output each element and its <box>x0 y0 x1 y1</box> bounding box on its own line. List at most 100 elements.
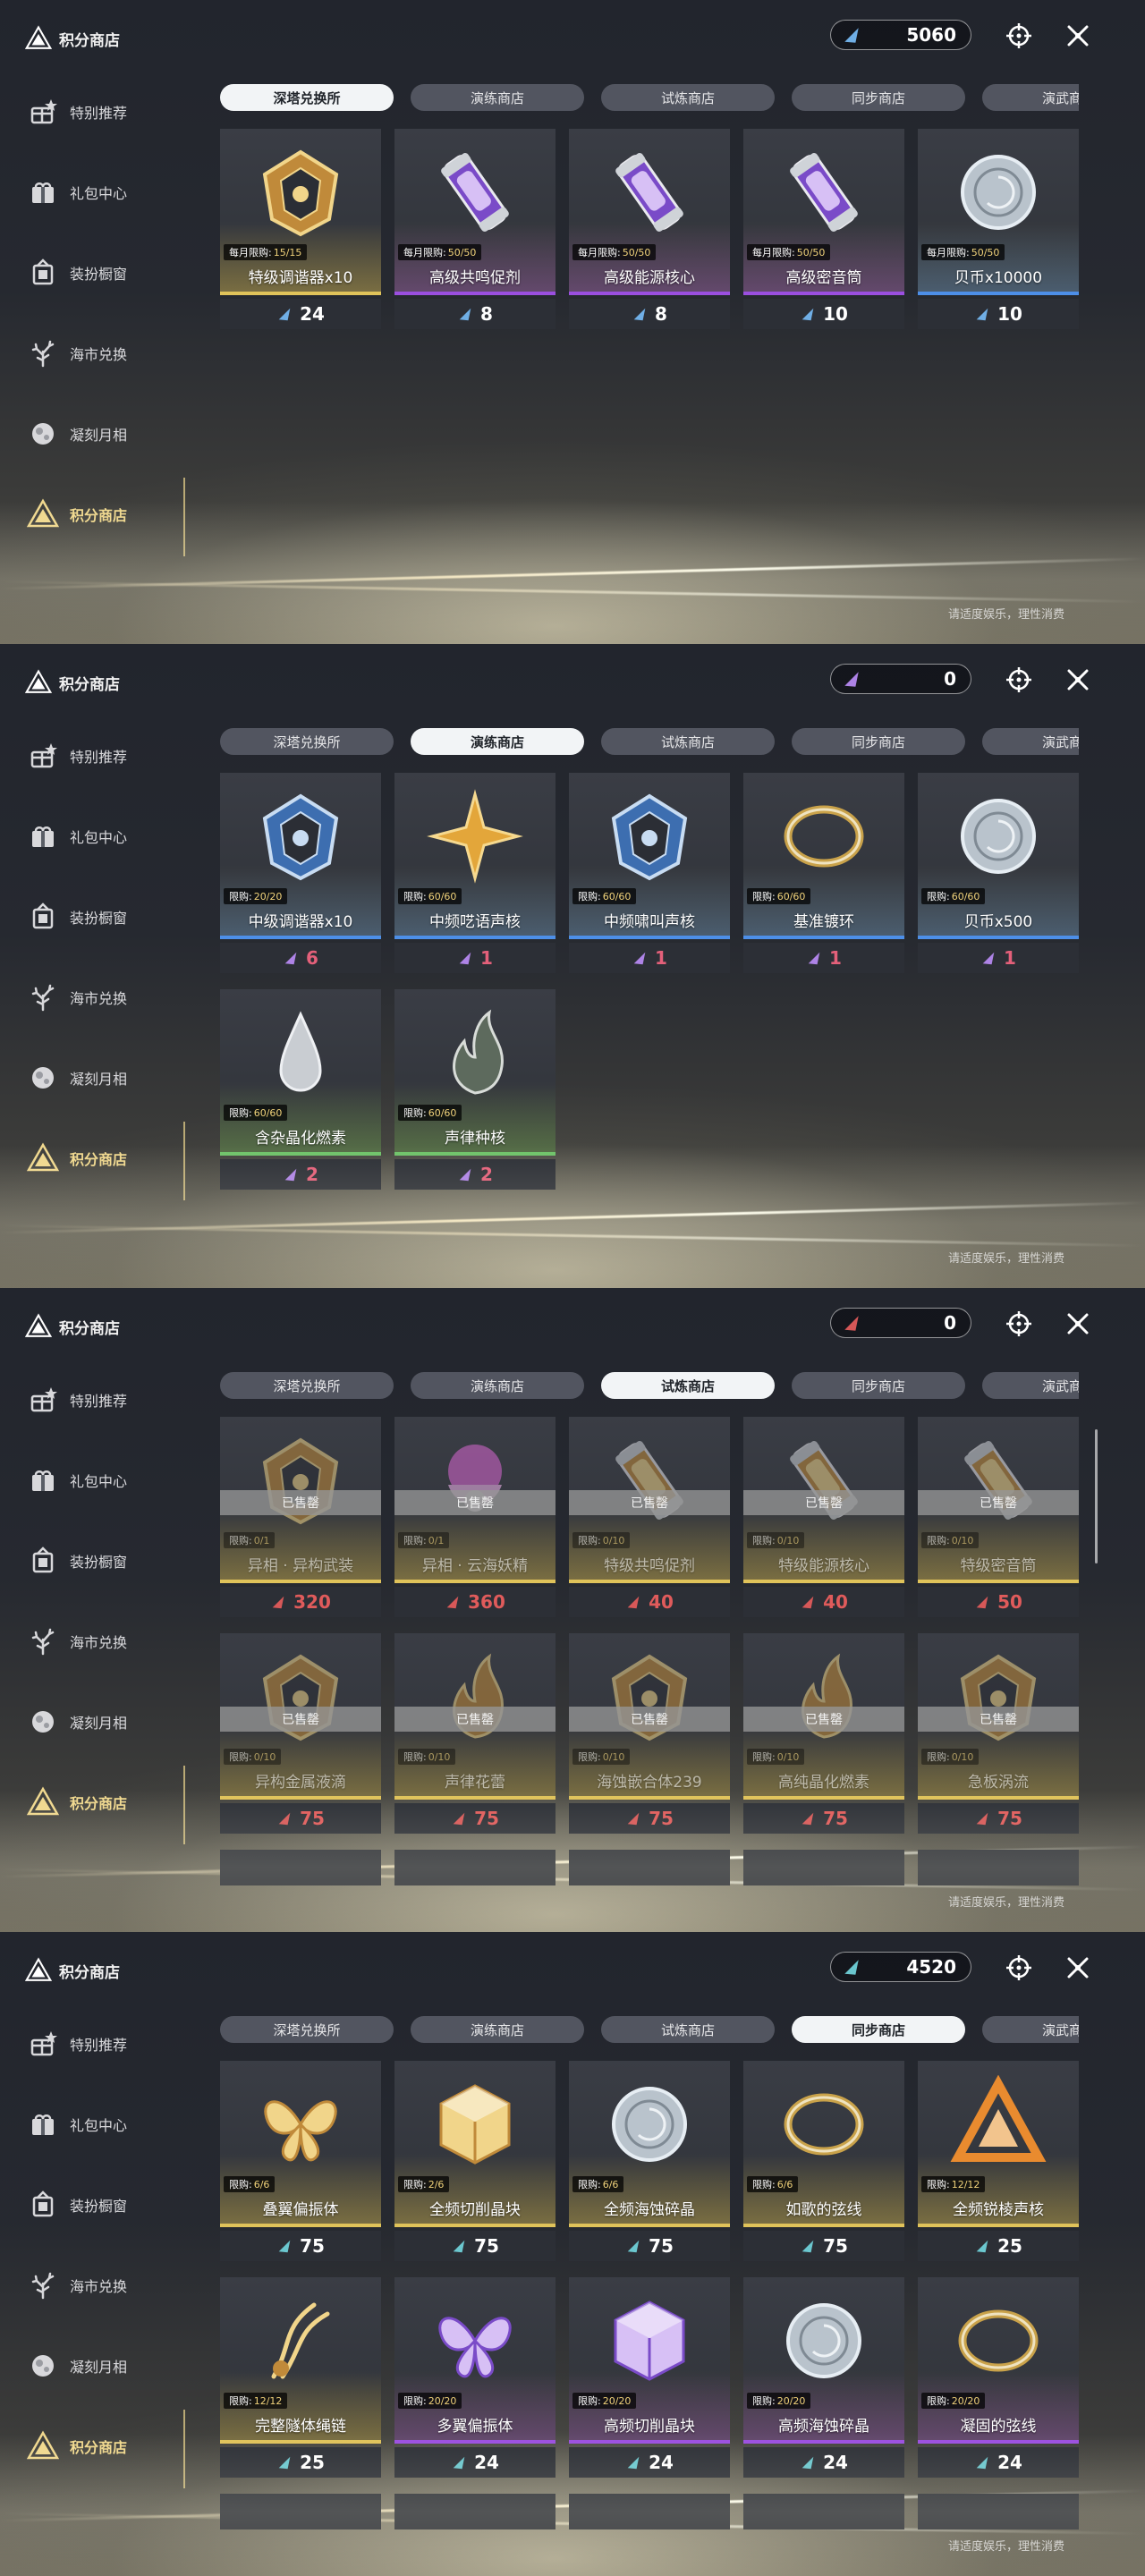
shop-item-card[interactable]: 限购: 0/10 急板涡流 已售罄 75 <box>918 1633 1079 1837</box>
shop-item-card[interactable]: 限购: 0/10 海蚀嵌合体239 已售罄 75 <box>569 1633 730 1837</box>
shop-item-card[interactable]: 限购: 0/10 特级能源核心 已售罄 40 <box>743 1417 904 1621</box>
tab-1[interactable]: 演练商店 <box>411 1372 584 1399</box>
shop-item-card[interactable]: 限购: 20/20 中级调谐器x10 6 <box>220 773 381 977</box>
scrollbar[interactable] <box>1095 1429 1098 1563</box>
tab-3[interactable]: 同步商店 <box>792 728 965 755</box>
shop-item-card[interactable]: 限购: 60/60 中频呓语声核 1 <box>394 773 556 977</box>
tab-2[interactable]: 试炼商店 <box>601 728 775 755</box>
sidebar-item-triangle-shop[interactable]: 积分商店 <box>0 474 188 556</box>
shop-item-card[interactable]: 限购: 0/10 异构金属液滴 已售罄 75 <box>220 1633 381 1837</box>
sidebar-item-triangle-shop[interactable]: 积分商店 <box>0 1762 188 1844</box>
tab-4[interactable]: 演武商店 <box>982 2016 1079 2043</box>
shop-item-card[interactable]: 限购: 20/20 高频海蚀碎晶 24 <box>743 2277 904 2481</box>
shop-item-card[interactable]: 限购: 60/60 中频啸叫声核 1 <box>569 773 730 977</box>
tab-1[interactable]: 演练商店 <box>411 728 584 755</box>
shop-item-card[interactable]: 限购: 6/6 全频海蚀碎晶 75 <box>569 2061 730 2265</box>
close-button[interactable] <box>1062 664 1094 696</box>
sidebar-item-coral[interactable]: 海市兑换 <box>0 313 188 394</box>
sidebar-item-triangle-shop[interactable]: 积分商店 <box>0 1118 188 1200</box>
shop-item-card[interactable]: 限购: 60/60 声律种核 2 <box>394 989 556 1193</box>
sidebar-item-wardrobe[interactable]: 装扮橱窗 <box>0 877 188 957</box>
shop-item-card[interactable]: 限购: 12/12 完整隧体绳链 25 <box>220 2277 381 2481</box>
sidebar-item-coral[interactable]: 海市兑换 <box>0 1601 188 1682</box>
sidebar-item-label: 积分商店 <box>70 507 128 524</box>
sidebar-item-gift-star[interactable]: 特别推荐 <box>0 2004 188 2084</box>
target-button[interactable] <box>1003 664 1035 696</box>
sidebar-item-triangle-shop[interactable]: 积分商店 <box>0 2406 188 2488</box>
target-button[interactable] <box>1003 20 1035 52</box>
shop-item-card[interactable]: 限购: 2/6 全频切削晶块 75 <box>394 2061 556 2265</box>
shop-item-card[interactable]: 限购: 0/10 声律花蕾 已售罄 75 <box>394 1633 556 1837</box>
shop-item-card[interactable]: 限购: 60/60 基准镀环 1 <box>743 773 904 977</box>
shop-item-card[interactable]: 限购: 12/12 全频锐棱声核 25 <box>918 2061 1079 2265</box>
shop-item-card[interactable]: 限购: 20/20 多翼偏振体 24 <box>394 2277 556 2481</box>
tab-0[interactable]: 深塔兑换所 <box>220 1372 394 1399</box>
sidebar-item-moon[interactable]: 凝刻月相 <box>0 394 188 474</box>
close-button[interactable] <box>1062 1952 1094 1984</box>
purchase-limit: 限购: 0/10 <box>921 1749 980 1765</box>
tab-2[interactable]: 试炼商店 <box>601 84 775 111</box>
sidebar-item-moon[interactable]: 凝刻月相 <box>0 1682 188 1762</box>
shop-item-card[interactable]: 每月限购: 15/15 特级调谐器x10 24 <box>220 129 381 333</box>
sidebar-item-wardrobe[interactable]: 装扮橱窗 <box>0 2165 188 2245</box>
next-row-card[interactable] <box>220 2494 381 2529</box>
sidebar-item-gift-star[interactable]: 特别推荐 <box>0 72 188 152</box>
shop-item-card[interactable]: 限购: 20/20 凝固的弦线 24 <box>918 2277 1079 2481</box>
sidebar-item-gift-star[interactable]: 特别推荐 <box>0 1360 188 1440</box>
shop-item-card[interactable]: 限购: 0/10 特级密音筒 已售罄 50 <box>918 1417 1079 1621</box>
target-button[interactable] <box>1003 1308 1035 1340</box>
shop-item-card[interactable]: 限购: 60/60 贝币x500 1 <box>918 773 1079 977</box>
sidebar-item-gift-box[interactable]: 礼包中心 <box>0 796 188 877</box>
next-row-card[interactable] <box>220 1850 381 1885</box>
sidebar-item-wardrobe[interactable]: 装扮橱窗 <box>0 233 188 313</box>
sidebar-item-moon[interactable]: 凝刻月相 <box>0 2326 188 2406</box>
shop-item-card[interactable]: 限购: 0/1 异相 · 云海妖精 已售罄 360 <box>394 1417 556 1621</box>
tab-2[interactable]: 试炼商店 <box>601 1372 775 1399</box>
string-icon <box>770 2075 878 2174</box>
shop-item-card[interactable]: 限购: 0/10 特级共鸣促剂 已售罄 40 <box>569 1417 730 1621</box>
tab-4[interactable]: 演武商店 <box>982 84 1079 111</box>
tab-3[interactable]: 同步商店 <box>792 2016 965 2043</box>
sidebar-item-wardrobe[interactable]: 装扮橱窗 <box>0 1521 188 1601</box>
shop-item-card[interactable]: 限购: 60/60 含杂晶化燃素 2 <box>220 989 381 1193</box>
tab-1[interactable]: 演练商店 <box>411 2016 584 2043</box>
next-row-card[interactable] <box>394 2494 556 2529</box>
target-button[interactable] <box>1003 1952 1035 1984</box>
tab-1[interactable]: 演练商店 <box>411 84 584 111</box>
tab-4[interactable]: 演武商店 <box>982 728 1079 755</box>
next-row-card[interactable] <box>569 1850 730 1885</box>
next-row-card[interactable] <box>743 2494 904 2529</box>
sidebar-item-coral[interactable]: 海市兑换 <box>0 2245 188 2326</box>
tab-0[interactable]: 深塔兑换所 <box>220 728 394 755</box>
tab-0[interactable]: 深塔兑换所 <box>220 84 394 111</box>
next-row-card[interactable] <box>743 1850 904 1885</box>
shop-item-card[interactable]: 限购: 0/1 异相 · 异构武装 已售罄 320 <box>220 1417 381 1621</box>
shop-item-card[interactable]: 每月限购: 50/50 贝币x10000 10 <box>918 129 1079 333</box>
item-face: 限购: 60/60 声律种核 <box>394 989 556 1156</box>
sidebar-item-gift-box[interactable]: 礼包中心 <box>0 2084 188 2165</box>
next-row-card[interactable] <box>394 1850 556 1885</box>
shop-item-card[interactable]: 限购: 6/6 如歌的弦线 75 <box>743 2061 904 2265</box>
shop-item-card[interactable]: 限购: 0/10 高纯晶化燃素 已售罄 75 <box>743 1633 904 1837</box>
item-face: 限购: 0/10 声律花蕾 已售罄 <box>394 1633 556 1800</box>
shop-item-card[interactable]: 限购: 6/6 叠翼偏振体 75 <box>220 2061 381 2265</box>
tab-0[interactable]: 深塔兑换所 <box>220 2016 394 2043</box>
tab-4[interactable]: 演武商店 <box>982 1372 1079 1399</box>
close-button[interactable] <box>1062 1308 1094 1340</box>
tab-3[interactable]: 同步商店 <box>792 84 965 111</box>
next-row-card[interactable] <box>918 2494 1079 2529</box>
close-button[interactable] <box>1062 20 1094 52</box>
sidebar-item-moon[interactable]: 凝刻月相 <box>0 1038 188 1118</box>
shop-item-card[interactable]: 每月限购: 50/50 高级密音筒 10 <box>743 129 904 333</box>
tab-2[interactable]: 试炼商店 <box>601 2016 775 2043</box>
shop-item-card[interactable]: 每月限购: 50/50 高级共鸣促剂 8 <box>394 129 556 333</box>
next-row-card[interactable] <box>569 2494 730 2529</box>
tab-3[interactable]: 同步商店 <box>792 1372 965 1399</box>
sidebar-item-gift-star[interactable]: 特别推荐 <box>0 716 188 796</box>
next-row-card[interactable] <box>918 1850 1079 1885</box>
sidebar-item-coral[interactable]: 海市兑换 <box>0 957 188 1038</box>
shop-item-card[interactable]: 每月限购: 50/50 高级能源核心 8 <box>569 129 730 333</box>
sidebar-item-gift-box[interactable]: 礼包中心 <box>0 1440 188 1521</box>
sidebar-item-gift-box[interactable]: 礼包中心 <box>0 152 188 233</box>
shop-item-card[interactable]: 限购: 20/20 高频切削晶块 24 <box>569 2277 730 2481</box>
